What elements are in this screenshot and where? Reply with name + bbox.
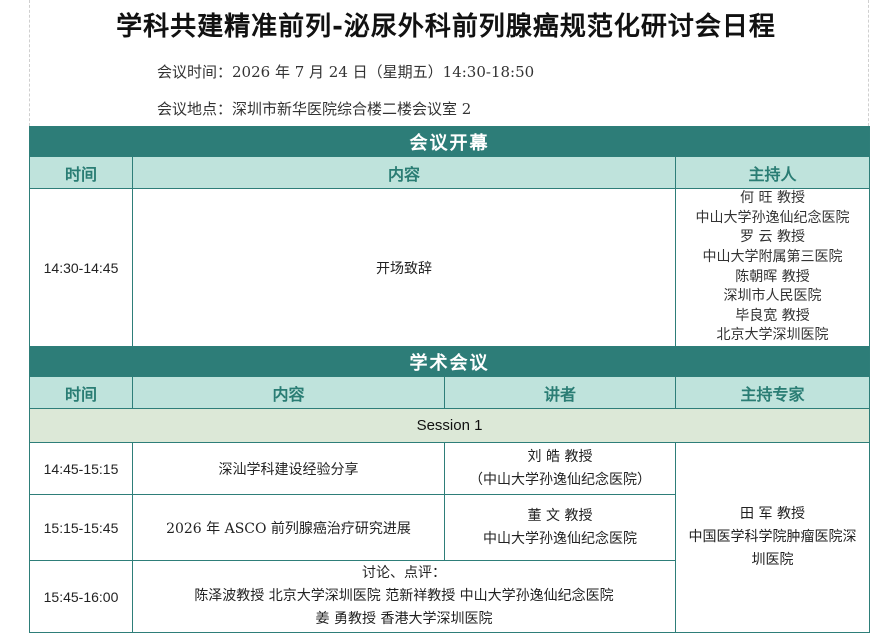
talk-speaker: 董 文 教授 中山大学孙逸仙纪念医院: [444, 494, 676, 561]
speaker-org: （中山大学孙逸仙纪念医院）: [469, 471, 651, 488]
host-line: 深圳市人民医院: [723, 288, 822, 305]
opening-hosts: 何 旺 教授 中山大学孙逸仙纪念医院 罗 云 教授 中山大学附属第三医院 陈朝晖…: [675, 188, 870, 347]
chair-name: 田 军 教授: [740, 506, 805, 522]
speaker-name: 董 文 教授: [527, 507, 593, 524]
opening-content: 开场致辞: [132, 188, 676, 347]
host-line: 毕良宽 教授: [735, 307, 810, 324]
section-title-opening: 会议开幕: [29, 126, 870, 157]
meeting-time: 会议时间：2026 年 7 月 24 日（星期五）14:30-18:50: [157, 63, 535, 81]
header-speaker: 讲者: [444, 376, 676, 409]
host-line: 北京大学深圳医院: [716, 327, 829, 344]
speaker-org: 中山大学孙逸仙纪念医院: [483, 530, 637, 547]
discussion-line: 陈泽波教授 北京大学深圳医院 范新祥教授 中山大学孙逸仙纪念医院: [194, 588, 614, 604]
session-label: Session 1: [29, 408, 870, 443]
host-line: 陈朝晖 教授: [735, 268, 810, 285]
discussion-panel: 讨论、点评： 陈泽波教授 北京大学深圳医院 范新祥教授 中山大学孙逸仙纪念医院 …: [132, 560, 676, 633]
header-time: 时间: [29, 156, 133, 189]
host-line: 中山大学附属第三医院: [702, 248, 843, 265]
speaker-name: 刘 皓 教授: [527, 448, 593, 465]
chair-org-line1: 中国医学科学院肿瘤医院深: [688, 529, 857, 545]
discussion-line: 姜 勇教授 香港大学深圳医院: [315, 611, 493, 627]
schedule-table: 会议开幕 时间 内容 主持人 14:30-14:45 开场致辞 何 旺 教授 中…: [29, 126, 870, 633]
header-chair: 主持专家: [675, 376, 870, 409]
talk-topic: 2026 年 ASCO 前列腺癌治疗研究进展: [132, 494, 445, 561]
host-line: 何 旺 教授: [740, 190, 805, 207]
talk-time: 14:45-15:15: [29, 442, 133, 495]
header-content: 内容: [132, 376, 445, 409]
talk-topic: 深汕学科建设经验分享: [132, 442, 445, 495]
discussion-line: 讨论、点评：: [362, 565, 446, 581]
discussion-time: 15:45-16:00: [29, 560, 133, 633]
opening-time: 14:30-14:45: [29, 188, 133, 347]
meeting-location: 会议地点：深圳市新华医院综合楼二楼会议室 2: [157, 100, 472, 118]
talk-speaker: 刘 皓 教授 （中山大学孙逸仙纪念医院）: [444, 442, 676, 495]
host-line: 中山大学孙逸仙纪念医院: [695, 209, 850, 226]
talk-time: 15:15-15:45: [29, 494, 133, 561]
header-time: 时间: [29, 376, 133, 409]
host-line: 罗 云 教授: [740, 229, 805, 246]
session-chair: 田 军 教授 中国医学科学院肿瘤医院深 圳医院: [675, 442, 870, 633]
header-content: 内容: [132, 156, 676, 189]
chair-org-line2: 圳医院: [751, 552, 794, 568]
section-title-academic: 学术会议: [29, 346, 870, 377]
header-host: 主持人: [675, 156, 870, 189]
page-title: 学科共建精准前列-泌尿外科前列腺癌规范化研讨会日程: [116, 12, 776, 42]
